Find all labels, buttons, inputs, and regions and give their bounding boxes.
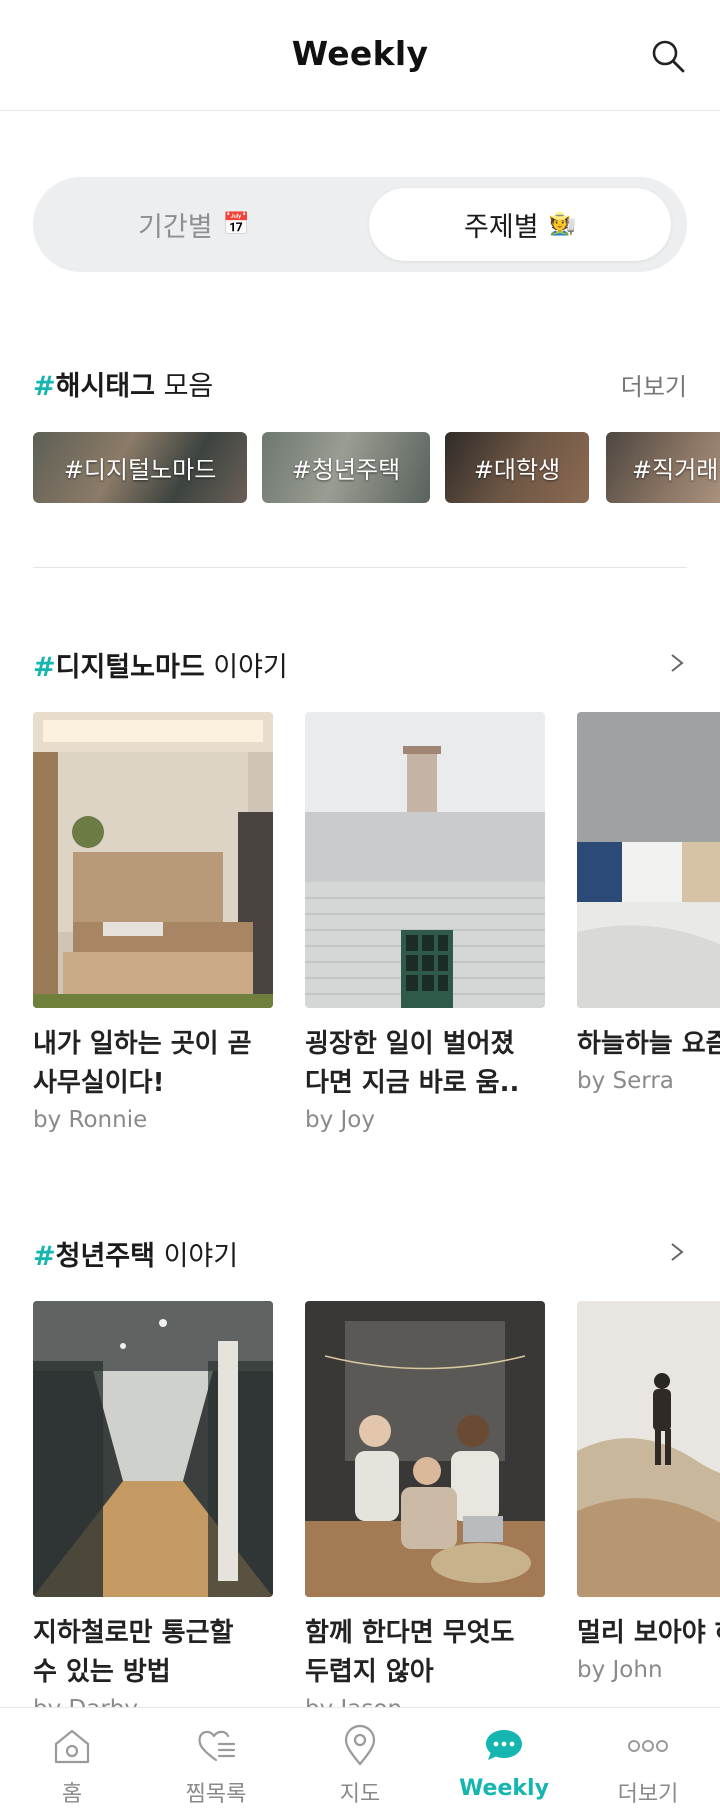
section-title-rest: 이야기 bbox=[155, 1241, 239, 1272]
page-title: Weekly bbox=[291, 34, 429, 73]
story-card-image bbox=[33, 712, 273, 1008]
heart-list-icon bbox=[198, 1730, 236, 1762]
tab-by-topic[interactable]: 주제별 🧑‍🌾 bbox=[369, 188, 671, 261]
tab-by-period[interactable]: 기간별 📅 bbox=[43, 188, 345, 261]
story-card-author: by John bbox=[577, 1657, 663, 1683]
nav-label-home: 홈 bbox=[61, 1782, 83, 1807]
story-card[interactable]: 내가 일하는 곳이 곧 사무실이다! by Ronnie bbox=[33, 712, 273, 1133]
story-card-author: by Serra bbox=[577, 1068, 674, 1094]
story-card-title-line1: 내가 일하는 곳이 곧 bbox=[33, 1029, 252, 1059]
nav-item-more[interactable]: 더보기 bbox=[576, 1708, 720, 1820]
nav-item-weekly[interactable]: Weekly bbox=[432, 1708, 576, 1820]
chevron-right-icon[interactable] bbox=[666, 652, 688, 674]
hash-symbol: # bbox=[33, 1241, 56, 1272]
story-card[interactable]: 멀리 보아야 하 by John bbox=[577, 1301, 720, 1683]
tab-by-topic-label: 주제별 bbox=[464, 212, 539, 243]
hashtag-chip-label: #대학생 bbox=[473, 456, 561, 484]
hashtag-chip-label: #청년주택 bbox=[291, 456, 401, 484]
chat-bubble-icon bbox=[486, 1730, 522, 1760]
hashtag-chip[interactable]: #디지털노마드 bbox=[33, 432, 247, 503]
story-card-title-line1: 지하철로만 통근할 bbox=[33, 1618, 234, 1648]
story-card-author: by Ronnie bbox=[33, 1107, 148, 1133]
story-card-image bbox=[305, 1301, 545, 1597]
hash-symbol: # bbox=[33, 371, 56, 402]
story-card[interactable]: 하늘하늘 요즘 by Serra bbox=[577, 712, 720, 1094]
story-card-title-line2: 수 있는 방법 bbox=[33, 1657, 171, 1687]
nav-label-map: 지도 bbox=[339, 1782, 381, 1807]
calendar-icon: 📅 bbox=[222, 212, 250, 237]
tab-by-period-label: 기간별 bbox=[138, 212, 213, 243]
hashtag-chip[interactable]: #청년주택 bbox=[262, 432, 430, 503]
chevron-right-icon[interactable] bbox=[666, 1241, 688, 1263]
story-card-author: by Joy bbox=[305, 1107, 375, 1133]
nav-label-weekly: Weekly bbox=[459, 1776, 549, 1801]
section-title-bold: 청년주택 bbox=[55, 1241, 155, 1272]
story-card-title-line1: 멀리 보아야 하 bbox=[577, 1618, 720, 1648]
hashtag-chip-list: #디지털노마드 #청년주택 #대학생 #직거래 bbox=[33, 432, 720, 503]
bottom-navigation-bar: 홈 찜목록 지도 Weekly 더보기 bbox=[0, 1707, 720, 1820]
nav-item-wishlist[interactable]: 찜목록 bbox=[144, 1708, 288, 1820]
nav-item-home[interactable]: 홈 bbox=[0, 1708, 144, 1820]
story-card-image bbox=[577, 1301, 720, 1597]
section-title-rest: 이야기 bbox=[204, 652, 288, 683]
hash-symbol: # bbox=[33, 652, 56, 683]
nav-label-more: 더보기 bbox=[617, 1782, 679, 1807]
section-youth-housing-title: #청년주택 이야기 bbox=[33, 1234, 238, 1273]
hashtag-title-rest: 모음 bbox=[155, 371, 214, 402]
hashtag-chip-label: #직거래 bbox=[632, 456, 719, 484]
hashtag-title-bold: 해시태그 bbox=[55, 371, 155, 402]
hashtag-chip-label: #디지털노마드 bbox=[63, 456, 217, 484]
section-divider bbox=[33, 567, 687, 568]
story-card-title-line1: 하늘하늘 요즘 bbox=[577, 1029, 720, 1059]
search-icon[interactable] bbox=[650, 38, 686, 74]
hashtag-more-link[interactable]: 더보기 bbox=[621, 367, 687, 402]
top-app-bar: Weekly bbox=[0, 0, 720, 111]
story-card-image bbox=[305, 712, 545, 1008]
section-title-bold: 디지털노마드 bbox=[55, 652, 205, 683]
story-card-title-line2: 두렵지 않아 bbox=[305, 1657, 434, 1687]
story-card-title-line2: 다면 지금 바로 움.. bbox=[305, 1068, 520, 1098]
story-card[interactable]: 함께 한다면 무엇도 두렵지 않아 by Jason bbox=[305, 1301, 545, 1722]
period-topic-toggle: 기간별 📅 주제별 🧑‍🌾 bbox=[33, 177, 687, 272]
story-card-image bbox=[577, 712, 720, 1008]
story-card-title-line2: 사무실이다! bbox=[33, 1068, 165, 1098]
farmer-icon: 🧑‍🌾 bbox=[548, 212, 576, 237]
hashtag-chip[interactable]: #대학생 bbox=[445, 432, 589, 503]
more-dots-icon bbox=[628, 1740, 668, 1752]
hashtag-chip[interactable]: #직거래 bbox=[606, 432, 720, 503]
section-digital-nomad-title: #디지털노마드 이야기 bbox=[33, 645, 288, 684]
weekly-screen: Weekly 기간별 📅 주제별 🧑‍🌾 #해시태그 모음 더보기 #디지털노마… bbox=[0, 0, 720, 1820]
map-pin-icon bbox=[344, 1724, 376, 1766]
story-card[interactable]: 지하철로만 통근할 수 있는 방법 by Darby bbox=[33, 1301, 273, 1722]
nav-label-wishlist: 찜목록 bbox=[185, 1782, 247, 1807]
home-icon bbox=[54, 1729, 90, 1764]
hashtag-section-title: #해시태그 모음 bbox=[33, 364, 213, 403]
nav-item-map[interactable]: 지도 bbox=[288, 1708, 432, 1820]
story-card-title-line1: 굉장한 일이 벌어졌 bbox=[305, 1029, 515, 1059]
story-card-image bbox=[33, 1301, 273, 1597]
story-card-title-line1: 함께 한다면 무엇도 bbox=[305, 1618, 515, 1648]
story-card[interactable]: 굉장한 일이 벌어졌 다면 지금 바로 움.. by Joy bbox=[305, 712, 545, 1133]
